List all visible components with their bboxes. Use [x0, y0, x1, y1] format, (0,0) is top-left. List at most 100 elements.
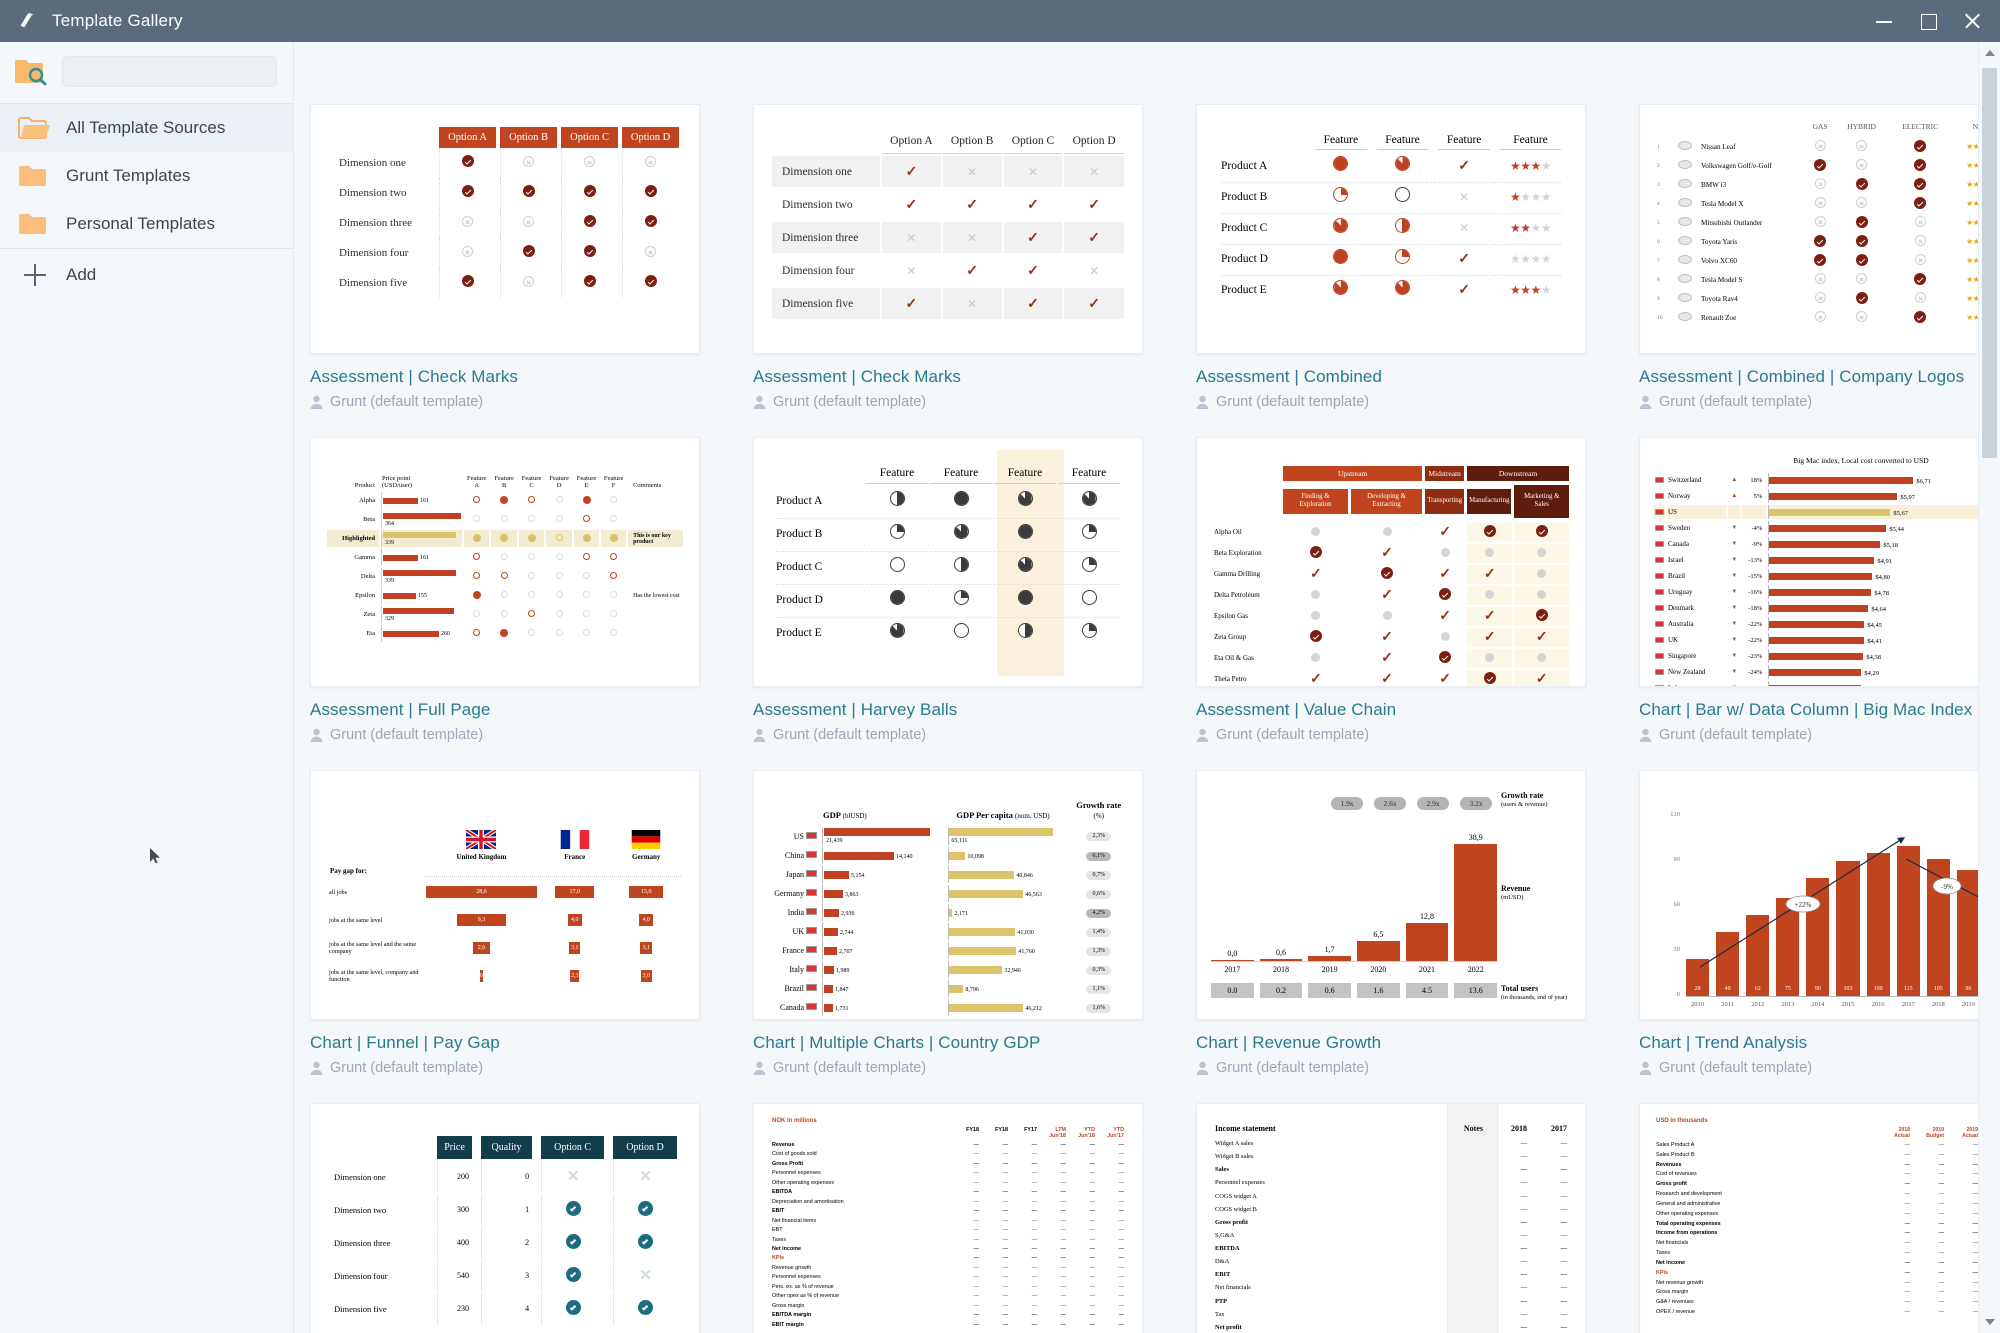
- template-card[interactable]: Product Price point (USD/user) Feature A …: [310, 437, 700, 743]
- template-gallery[interactable]: Option A Option B Option C Option D Dime…: [294, 42, 2000, 1333]
- sidebar-item-grunt-templates[interactable]: Grunt Templates: [0, 152, 293, 200]
- template-card[interactable]: 1.9x 2.6x 2.9x 3.2x Growth rate (users & re…: [1196, 770, 1586, 1076]
- card-title[interactable]: Chart | Multiple Charts | Country GDP: [753, 1033, 1143, 1053]
- card-title[interactable]: Assessment | Combined: [1196, 367, 1586, 387]
- template-thumbnail[interactable]: 1.9x 2.6x 2.9x 3.2x Growth rate (users & re…: [1196, 770, 1586, 1020]
- card-title[interactable]: Chart | Revenue Growth: [1196, 1033, 1586, 1053]
- template-card[interactable]: Feature Feature Feature Feature Product …: [1196, 104, 1586, 410]
- template-card[interactable]: GAS HYBRID ELECTRIC NCAP 1Nissan Leaf★★★…: [1639, 104, 2000, 410]
- row-label: Sales: [1215, 1166, 1229, 1174]
- sidebar-item-personal-templates[interactable]: Personal Templates: [0, 200, 293, 248]
- template-card[interactable]: Upstream Midstream Downstream Finding & …: [1196, 437, 1586, 743]
- template-thumbnail[interactable]: Option A Option B Option C Option D Dime…: [753, 104, 1143, 354]
- template-thumbnail[interactable]: United Kingdom France Germany Pay gap fo…: [310, 770, 700, 1020]
- template-card[interactable]: United Kingdom France Germany Pay gap fo…: [310, 770, 700, 1076]
- card-title[interactable]: Assessment | Value Chain: [1196, 700, 1586, 720]
- gallery-scrollbar[interactable]: [1978, 42, 2000, 1333]
- template-thumbnail[interactable]: Income statement Notes 2018 2017 Widget …: [1196, 1103, 1586, 1333]
- template-thumbnail[interactable]: Upstream Midstream Downstream Finding & …: [1196, 437, 1586, 687]
- scroll-up-button[interactable]: [1979, 42, 2000, 64]
- statement-row: KPIs — — — — — —: [772, 1254, 1124, 1263]
- card-title[interactable]: Assessment | Check Marks: [310, 367, 700, 387]
- cell-value: —: [1520, 1192, 1527, 1200]
- template-card[interactable]: Option A Option B Option C Option D Dime…: [753, 104, 1143, 410]
- template-card[interactable]: Price Quality Option C Option D Dimensio…: [310, 1103, 700, 1333]
- template-thumbnail[interactable]: GAS HYBRID ELECTRIC NCAP 1Nissan Leaf★★★…: [1639, 104, 2000, 354]
- star-rating: ★★★★: [1499, 244, 1561, 273]
- harvey-ball-icon: [1081, 623, 1097, 638]
- funnel-segment: 3,1: [568, 942, 581, 954]
- cell-value: —: [1002, 1255, 1008, 1262]
- author-name: Grunt (default template): [773, 1060, 927, 1076]
- sidebar-item-all-template-sources[interactable]: All Template Sources: [0, 104, 293, 152]
- scrollbar-thumb[interactable]: [1982, 68, 1997, 458]
- statement-row: Other opex as % of revenue — — — — — —: [772, 1292, 1124, 1301]
- template-card[interactable]: Option A Option B Option C Option D Dime…: [310, 104, 700, 410]
- template-thumbnail[interactable]: Feature Feature Feature Feature Product …: [753, 437, 1143, 687]
- cell-value: —: [1938, 1151, 1944, 1158]
- users-value: 0.2: [1259, 983, 1303, 998]
- harvey-ball-icon: [889, 491, 905, 506]
- delta-arrow-icon: ▼: [1731, 605, 1738, 611]
- card-title[interactable]: Chart | Bar w/ Data Column | Big Mac Ind…: [1639, 700, 2000, 720]
- cell-value: —: [1118, 1321, 1124, 1328]
- template-thumbnail[interactable]: Price Quality Option C Option D Dimensio…: [310, 1103, 700, 1333]
- cell-value: —: [1972, 1200, 1978, 1207]
- gdp-value: 5,154: [851, 872, 865, 879]
- template-thumbnail[interactable]: USD in thousands 2018 Actual 2019 Budget 2…: [1639, 1103, 2000, 1333]
- template-card[interactable]: 1209060300 28496275901031091151059688 20…: [1639, 770, 2000, 1076]
- template-card[interactable]: NOK in millions FY18 FY18 FY17 LTM Jun'18 YT…: [753, 1103, 1143, 1333]
- gdp-value: 14,140: [896, 853, 913, 860]
- template-thumbnail[interactable]: Option A Option B Option C Option D Dime…: [310, 104, 700, 354]
- card-title[interactable]: Assessment | Full Page: [310, 700, 700, 720]
- table-row: 3BMW i3★★★★★: [1656, 176, 2000, 193]
- cell-value: —: [1002, 1142, 1008, 1148]
- cell-value: —: [1118, 1236, 1124, 1243]
- close-button[interactable]: [1964, 13, 1980, 29]
- search-input[interactable]: [62, 56, 277, 87]
- users-value: 1.6: [1357, 983, 1400, 998]
- template-thumbnail[interactable]: NOK in millions FY18 FY18 FY17 LTM Jun'18 YT…: [753, 1103, 1143, 1333]
- folder-search-icon[interactable]: [14, 57, 50, 87]
- cell-value: —: [1904, 1230, 1910, 1237]
- bar-value: $4,45: [1867, 621, 1882, 629]
- card-title[interactable]: Chart | Trend Analysis: [1639, 1033, 2000, 1053]
- maximize-button[interactable]: [1920, 13, 1937, 30]
- statement-row: Cost of revenues————: [1656, 1170, 2000, 1180]
- template-card[interactable]: USD in thousands 2018 Actual 2019 Budget 2…: [1639, 1103, 2000, 1333]
- template-card[interactable]: Big Mac index, Local cost converted to U…: [1639, 437, 2000, 743]
- template-thumbnail[interactable]: Big Mac index, Local cost converted to U…: [1639, 437, 2000, 687]
- column-header: Feature: [1376, 133, 1429, 150]
- delta-arrow-icon: ▼: [1731, 621, 1738, 627]
- gdp-value: 2,936: [841, 910, 855, 917]
- template-card[interactable]: Feature Feature Feature Feature Product …: [753, 437, 1143, 743]
- row-label: Cost of revenues: [1656, 1171, 1697, 1178]
- card-title[interactable]: Assessment | Harvey Balls: [753, 700, 1143, 720]
- no-icon: [1814, 140, 1826, 151]
- cell-value: —: [1031, 1189, 1037, 1196]
- cell-value: —: [1002, 1208, 1008, 1215]
- funnel-segment: 28,6: [426, 886, 537, 898]
- minimize-button[interactable]: [1876, 13, 1892, 29]
- cell-value: —: [1904, 1161, 1910, 1168]
- table-row: jobs at the same level 9,3 4,0 4,0: [329, 907, 681, 933]
- row-number: 3: [1657, 181, 1660, 188]
- card-title[interactable]: Assessment | Combined | Company Logos: [1639, 367, 2000, 387]
- card-title[interactable]: Chart | Funnel | Pay Gap: [310, 1033, 700, 1053]
- cell-value: —: [1972, 1259, 1978, 1266]
- template-card[interactable]: Income statement Notes 2018 2017 Widget …: [1196, 1103, 1586, 1333]
- template-thumbnail[interactable]: Product Price point (USD/user) Feature A …: [310, 437, 700, 687]
- cell-value: —: [1002, 1302, 1008, 1309]
- yes-icon: [644, 215, 657, 227]
- template-thumbnail[interactable]: Feature Feature Feature Feature Product …: [1196, 104, 1586, 354]
- template-thumbnail[interactable]: GDP (blUSD) GDP Per capita (nom. USD) Gr…: [753, 770, 1143, 1020]
- user-icon: [310, 395, 323, 409]
- add-source-button[interactable]: Add: [0, 249, 293, 301]
- card-title[interactable]: Assessment | Check Marks: [753, 367, 1143, 387]
- cell-value: —: [1520, 1179, 1527, 1187]
- template-card[interactable]: GDP (blUSD) GDP Per capita (nom. USD) Gr…: [753, 770, 1143, 1076]
- scroll-down-button[interactable]: [1979, 1311, 2000, 1333]
- cell-value: —: [1031, 1274, 1037, 1281]
- template-thumbnail[interactable]: 1209060300 28496275901031091151059688 20…: [1639, 770, 2000, 1020]
- table-row: Germany 3,863 46,563 0,6%: [770, 885, 1126, 903]
